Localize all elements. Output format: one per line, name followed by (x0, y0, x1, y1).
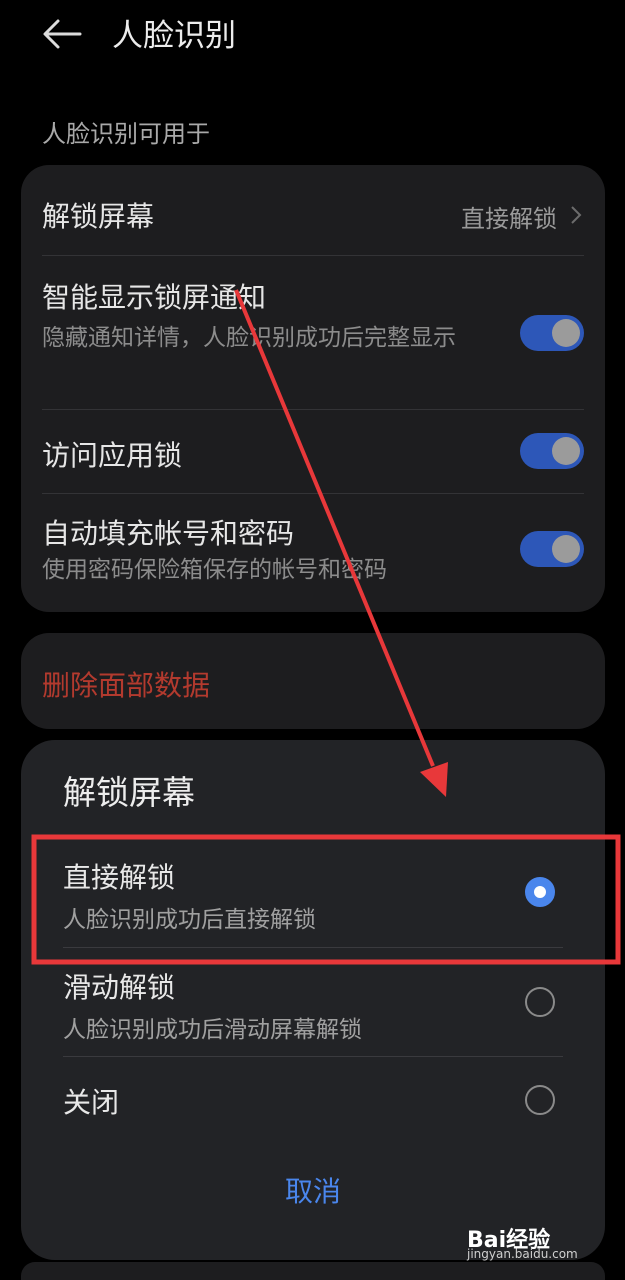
autofill-toggle[interactable] (520, 531, 584, 567)
autofill-label: 自动填充帐号和密码 (42, 517, 295, 550)
option-title: 关闭 (63, 1086, 120, 1119)
autofill-description: 使用密码保险箱保存的帐号和密码 (42, 557, 387, 583)
section-label: 人脸识别可用于 (42, 120, 210, 148)
chevron-right-icon (571, 206, 582, 224)
arrow-left-icon (43, 19, 82, 49)
radio-unselected[interactable] (525, 1085, 555, 1115)
toggle-knob (552, 535, 580, 563)
top-bar: 人脸识别 (0, 0, 625, 80)
unlock-screen-row[interactable]: 解锁屏幕 直接解锁 (21, 165, 605, 255)
smart-notifications-toggle[interactable] (520, 315, 584, 351)
cancel-button[interactable]: 取消 (21, 1168, 605, 1216)
smart-notifications-label: 智能显示锁屏通知 (42, 281, 267, 314)
unlock-screen-label: 解锁屏幕 (42, 200, 155, 233)
page-title: 人脸识别 (112, 18, 236, 54)
app-lock-row: 访问应用锁 (21, 410, 605, 493)
delete-face-data-label: 删除面部数据 (42, 669, 211, 702)
autofill-row: 自动填充帐号和密码 使用密码保险箱保存的帐号和密码 (21, 494, 605, 612)
option-title: 滑动解锁 (63, 971, 176, 1004)
smart-notifications-description: 隐藏通知详情，人脸识别成功后完整显示 (42, 325, 456, 351)
option-direct-unlock[interactable]: 直接解锁 人脸识别成功后直接解锁 (21, 840, 605, 948)
app-lock-toggle[interactable] (520, 433, 584, 469)
radio-unselected[interactable] (525, 987, 555, 1017)
option-description: 人脸识别成功后滑动屏幕解锁 (63, 1017, 362, 1043)
delete-face-data-card[interactable]: 删除面部数据 (21, 633, 605, 729)
watermark: Bai经验 jingyan.baidu.com (467, 1222, 595, 1262)
app-lock-label: 访问应用锁 (42, 439, 183, 472)
smart-notifications-row: 智能显示锁屏通知 隐藏通知详情，人脸识别成功后完整显示 (21, 256, 605, 409)
option-slide-unlock[interactable]: 滑动解锁 人脸识别成功后滑动屏幕解锁 (21, 948, 605, 1057)
option-off[interactable]: 关闭 (21, 1057, 605, 1141)
toggle-knob (552, 319, 580, 347)
toggle-knob (552, 437, 580, 465)
radio-selected[interactable] (525, 877, 555, 907)
unlock-screen-value: 直接解锁 (461, 205, 557, 233)
option-description: 人脸识别成功后直接解锁 (63, 907, 316, 933)
dialog-title: 解锁屏幕 (63, 773, 195, 812)
unlock-screen-dialog: 解锁屏幕 直接解锁 人脸识别成功后直接解锁 滑动解锁 人脸识别成功后滑动屏幕解锁… (21, 740, 605, 1260)
settings-card: 解锁屏幕 直接解锁 智能显示锁屏通知 隐藏通知详情，人脸识别成功后完整显示 访问… (21, 165, 605, 612)
option-title: 直接解锁 (63, 861, 176, 894)
back-button[interactable] (40, 14, 84, 58)
watermark-url: jingyan.baidu.com (467, 1247, 578, 1261)
background-card-peek (21, 1262, 605, 1280)
